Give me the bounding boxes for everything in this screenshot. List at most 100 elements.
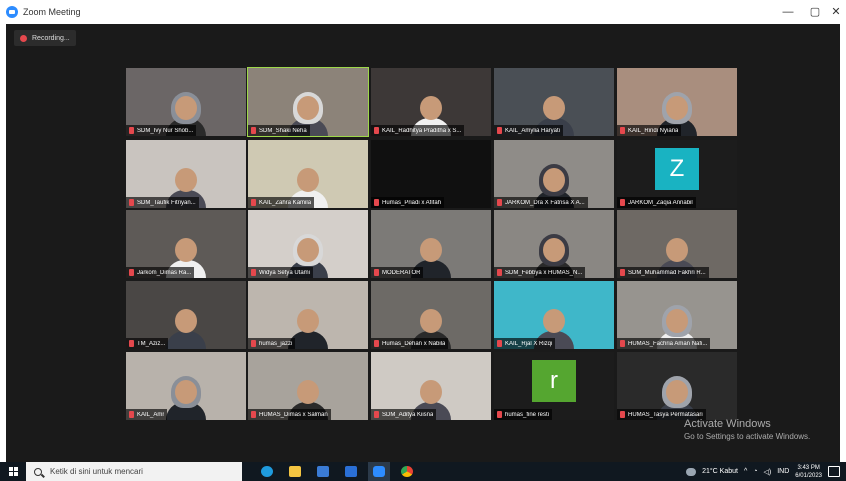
participant-name-bar: SDM_Ivy Nur Shob... (126, 125, 197, 136)
participant-name-bar: humas_fine resti (494, 409, 553, 420)
participant-name: KAIL_Amylia Haryati (505, 127, 561, 134)
muted-mic-icon (497, 199, 502, 206)
muted-mic-icon (374, 269, 379, 276)
muted-mic-icon (374, 127, 379, 134)
participant-name-bar: KAIL_Rjal X Rizqi (494, 338, 556, 349)
muted-mic-icon (251, 269, 256, 276)
participant-name: Jarkom_Dimas Ra... (137, 269, 192, 276)
muted-mic-icon (251, 199, 256, 206)
chevron-up-icon[interactable]: ^ (744, 468, 747, 475)
weather-text[interactable]: 21°C Kabut (702, 468, 738, 475)
participant-tile[interactable]: HUMAS_Tasya Permatasari (617, 352, 737, 420)
activate-title: Activate Windows (684, 418, 771, 430)
participant-tile[interactable]: SDM_Aditya Kiisna (371, 352, 491, 420)
participant-tile[interactable]: SDM_Shaki Neha (247, 67, 369, 137)
participant-name: SDM_Taufik Fitriyan... (137, 199, 196, 206)
participant-tile[interactable]: Humas_Priadi x Afifah (371, 140, 491, 208)
participant-name-bar: KAIL_Radhitya Praditha x S... (371, 125, 465, 136)
participant-name: KAIL_Amr (137, 411, 165, 418)
clock[interactable]: 3:43 PM 6/01/2023 (795, 464, 822, 480)
weather-icon[interactable] (686, 467, 697, 476)
participant-silhouette (166, 376, 206, 420)
participant-tile[interactable]: Jarkom_Dimas Ra... (126, 210, 246, 278)
participant-tile[interactable]: SDM_Ivy Nur Shob... (126, 68, 246, 136)
participant-name-bar: KAIL_Amr (126, 409, 168, 420)
participant-tile[interactable]: r humas_fine resti (494, 352, 614, 420)
language-indicator[interactable]: IND (777, 468, 789, 475)
participant-silhouette (166, 309, 206, 349)
activate-windows-watermark: Activate Windows Go to Settings to activ… (684, 418, 810, 441)
participant-name-bar: TM_Aziz... (126, 338, 169, 349)
participant-tile[interactable]: Widya Setya Utami (248, 210, 368, 278)
chrome-icon[interactable] (396, 462, 418, 481)
system-tray: 21°C Kabut ^ ◔ ◁) IND 3:43 PM 6/01/2023 (686, 462, 846, 481)
muted-mic-icon (497, 411, 502, 418)
muted-mic-icon (374, 411, 379, 418)
muted-mic-icon (129, 340, 134, 347)
start-button[interactable] (0, 462, 26, 481)
taskbar-search-box[interactable]: Ketik di sini untuk mencari (26, 462, 242, 481)
windows-logo-icon (8, 467, 18, 476)
participant-name: KAIL_Zahra Kamila (259, 199, 312, 206)
participant-tile[interactable]: SDM_Muhammad Fakhri R... (617, 210, 737, 278)
participant-name-bar: SDM_Febbya x HUMAS_N... (494, 267, 586, 278)
participant-tile[interactable]: TM_Aziz... (126, 281, 246, 349)
participant-name: TM_Aziz... (137, 340, 166, 347)
participant-tile[interactable]: MODERATOR (371, 210, 491, 278)
participant-name-bar: MODERATOR (371, 267, 424, 278)
participant-tile[interactable]: JARKOM_Dra X Fatrisa X A... (494, 140, 614, 208)
participant-tile[interactable]: humas_jazzi (248, 281, 368, 349)
participant-tile[interactable]: HUMAS_Fachria Aman Nafi... (617, 281, 737, 349)
muted-mic-icon (129, 199, 134, 206)
store-icon[interactable] (312, 462, 334, 481)
participant-tile[interactable]: KAIL_Zahra Kamila (248, 140, 368, 208)
participant-name-bar: SDM_Taufik Fitriyan... (126, 197, 199, 208)
participant-name: Widya Setya Utami (259, 269, 311, 276)
participant-name-bar: Humas_Priadi x Afifah (371, 197, 445, 208)
participant-name: humas_fine resti (505, 411, 550, 418)
notification-icon[interactable] (828, 466, 840, 477)
network-icon[interactable]: ◔ (753, 468, 757, 475)
participant-name: JARKOM_Zaqia Annabil (628, 199, 693, 206)
participant-name: KAIL_Rindi Nyiana (628, 127, 679, 134)
recording-label: Recording... (32, 34, 70, 42)
participant-name: MODERATOR (382, 269, 421, 276)
participant-tile[interactable]: KAIL_Rjal X Rizqi (494, 281, 614, 349)
participant-tile[interactable]: KAIL_Rindi Nyiana (617, 68, 737, 136)
participant-name: Humas_Priadi x Afifah (382, 199, 442, 206)
muted-mic-icon (251, 340, 256, 347)
participant-name-bar: Humas_Dehan x Nabila (371, 338, 449, 349)
participant-name: SDM_Febbya x HUMAS_N... (505, 269, 583, 276)
muted-mic-icon (251, 411, 256, 418)
close-button[interactable]: ✕ (822, 3, 846, 21)
search-icon (34, 467, 42, 476)
recording-indicator[interactable]: Recording... (14, 30, 76, 46)
search-placeholder: Ketik di sini untuk mencari (50, 467, 143, 476)
participant-name: HUMAS_Fachria Aman Nafi... (628, 340, 708, 347)
minimize-button[interactable]: — (774, 3, 802, 21)
zoom-icon[interactable] (368, 462, 390, 481)
pinned-apps (256, 462, 424, 481)
muted-mic-icon (497, 127, 502, 134)
muted-mic-icon (374, 199, 379, 206)
file-explorer-icon[interactable] (284, 462, 306, 481)
meeting-gallery-view: Recording... SDM_Ivy Nur Shob... SDM_Shak… (6, 24, 840, 462)
participant-tile[interactable]: KAIL_Amr (126, 352, 246, 420)
participant-tile[interactable]: SDM_Febbya x HUMAS_N... (494, 210, 614, 278)
windows-taskbar: Ketik di sini untuk mencari 21°C Kabut ^… (0, 462, 846, 481)
volume-icon[interactable]: ◁) (764, 468, 772, 476)
participant-name-bar: KAIL_Amylia Haryati (494, 125, 564, 136)
participant-tile[interactable]: HUMAS_Dimas x Salman (248, 352, 368, 420)
mail-icon[interactable] (340, 462, 362, 481)
edge-icon[interactable] (256, 462, 278, 481)
participant-tile[interactable]: Humas_Dehan x Nabila (371, 281, 491, 349)
muted-mic-icon (129, 269, 134, 276)
participant-name: humas_jazzi (259, 340, 293, 347)
participant-tile[interactable]: Z JARKOM_Zaqia Annabil (617, 140, 737, 208)
participant-tile[interactable]: KAIL_Amylia Haryati (494, 68, 614, 136)
zoom-app-icon (6, 6, 18, 18)
participant-name: HUMAS_Dimas x Salman (259, 411, 328, 418)
participant-tile[interactable]: KAIL_Radhitya Praditha x S... (371, 68, 491, 136)
participant-name: KAIL_Radhitya Praditha x S... (382, 127, 462, 134)
participant-tile[interactable]: SDM_Taufik Fitriyan... (126, 140, 246, 208)
